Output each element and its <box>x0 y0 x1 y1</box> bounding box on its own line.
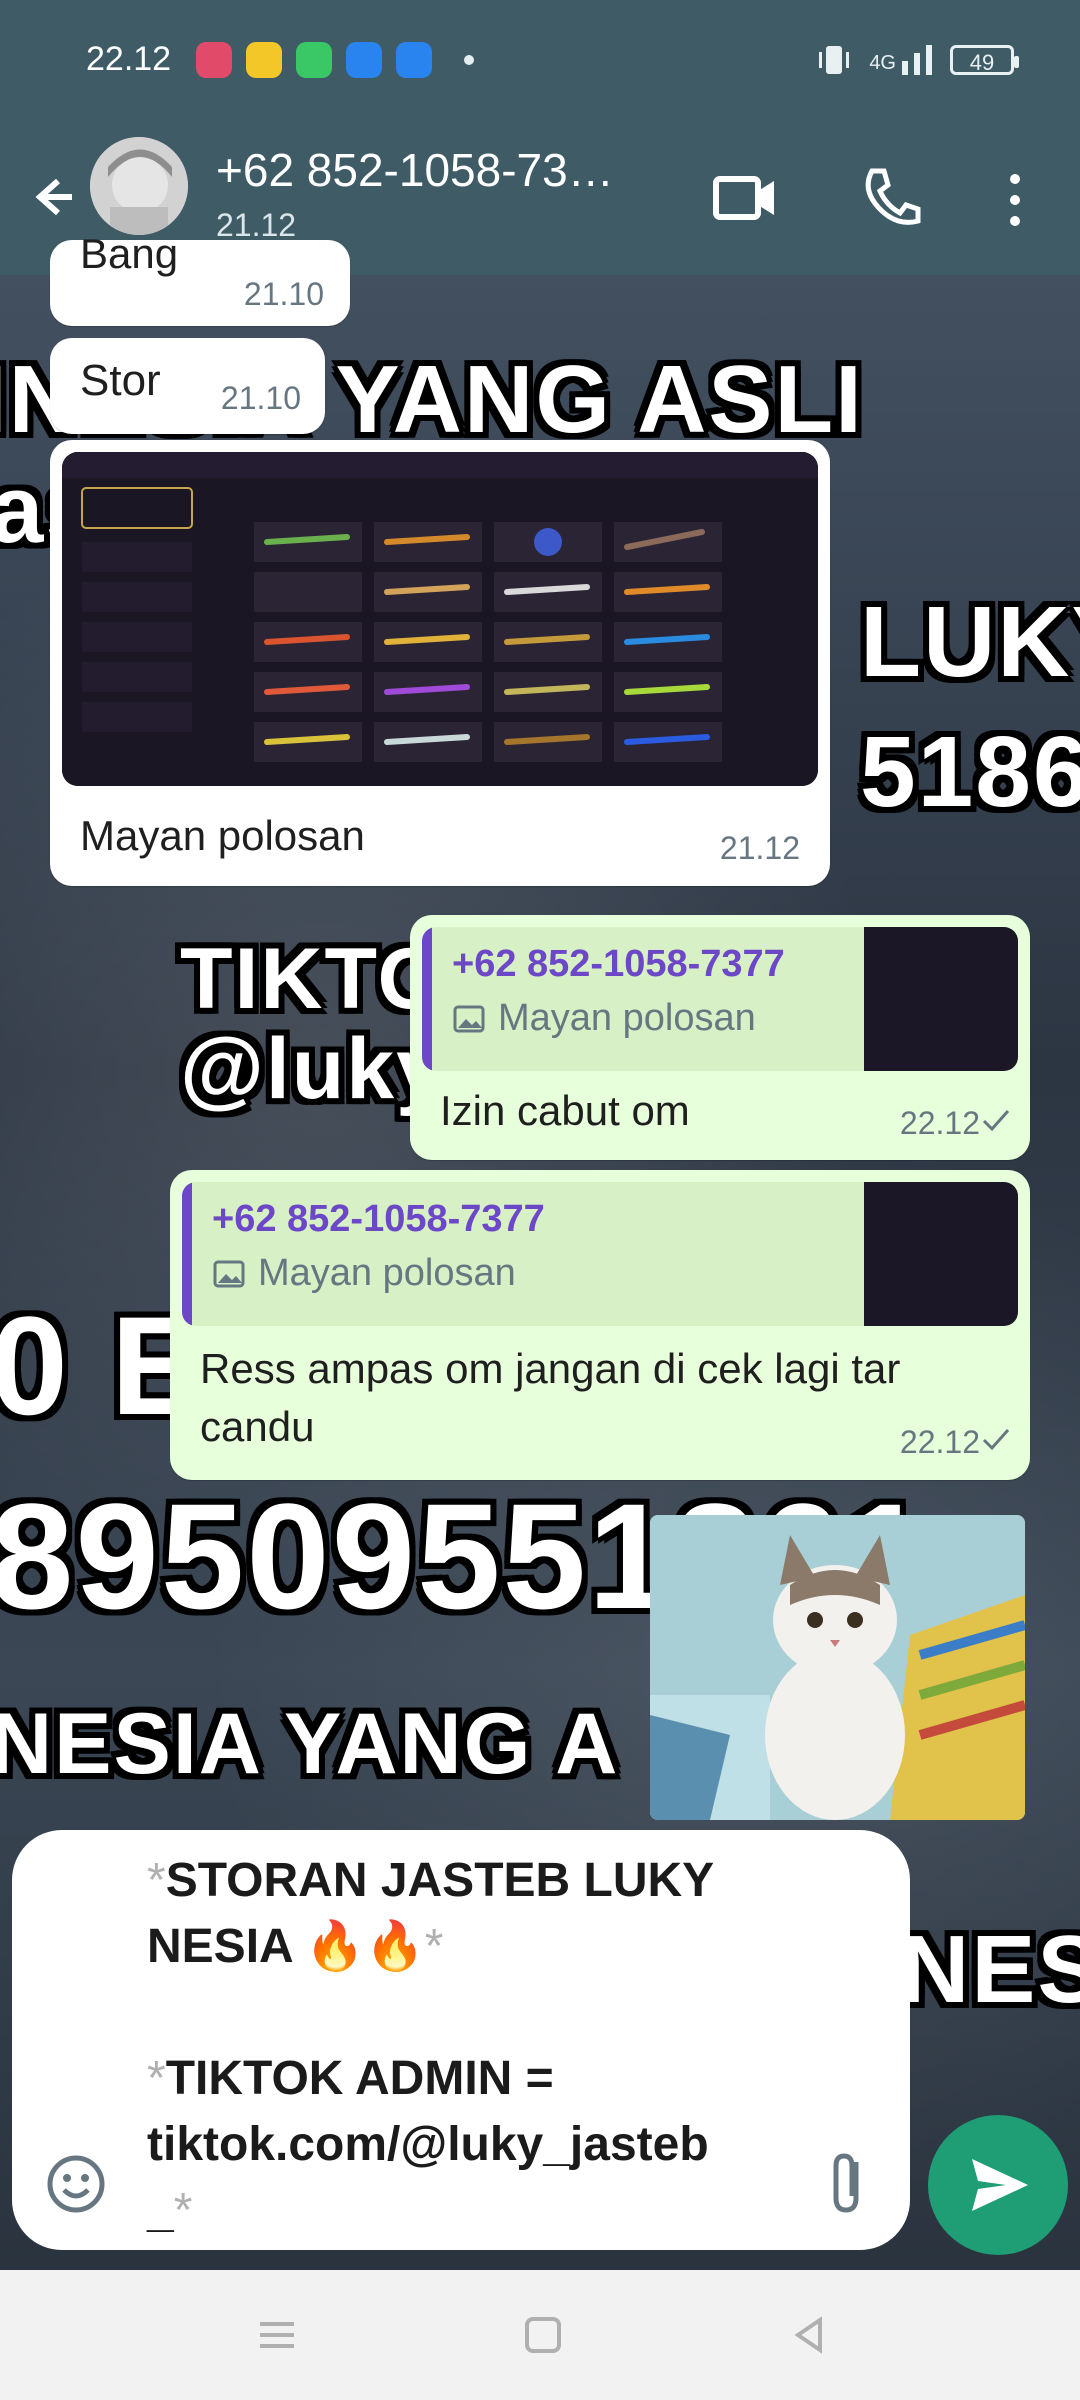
sent-check-icon <box>982 1429 1010 1451</box>
wallpaper-text: NESIA YANG A <box>0 1696 620 1792</box>
system-navigation-bar <box>0 2270 1080 2400</box>
recent-apps-icon[interactable] <box>252 2310 302 2360</box>
message-text: Bang <box>80 230 179 277</box>
photo-icon <box>453 1005 485 1032</box>
app-notification-icon <box>296 42 332 78</box>
sent-check-icon <box>982 1110 1010 1132</box>
message-time: 21.10 <box>243 276 324 312</box>
back-arrow-icon[interactable] <box>18 165 82 229</box>
message-composer[interactable]: *STORAN JASTEB LUKY NESIA 🔥🔥* *TIKTOK AD… <box>12 1830 910 2250</box>
send-button[interactable] <box>928 2115 1068 2255</box>
network-type: 4G <box>869 52 896 74</box>
image-message[interactable]: Mayan polosan 21.12 <box>50 440 830 886</box>
message-bubble-incoming[interactable]: Bang 21.10 <box>50 230 350 326</box>
quote-accent-bar <box>422 927 432 1071</box>
wallpaper-text: LUKY <box>860 586 1080 698</box>
voice-call-icon[interactable] <box>856 163 922 229</box>
message-time: 22.12 <box>899 1105 980 1141</box>
screenshot-image <box>62 452 818 786</box>
quoted-message[interactable]: +62 852-1058-7377 Mayan polosan <box>182 1182 1018 1326</box>
message-time: 22.12 <box>899 1424 980 1460</box>
video-call-icon[interactable] <box>710 163 780 233</box>
message-text: Izin cabut om <box>440 1087 690 1134</box>
message-input[interactable]: *STORAN JASTEB LUKY NESIA 🔥🔥* *TIKTOK AD… <box>147 1848 807 2244</box>
app-notification-icon <box>246 42 282 78</box>
quoted-caption: Mayan polosan <box>258 1252 516 1294</box>
app-notification-icon <box>396 42 432 78</box>
image-caption: Mayan polosan <box>80 812 365 859</box>
quoted-text: Mayan polosan <box>452 997 756 1040</box>
battery-icon: 49 <box>950 45 1019 75</box>
avatar-image <box>90 137 188 235</box>
message-bubble-outgoing[interactable]: +62 852-1058-7377 Mayan polosan Ress amp… <box>170 1170 1030 1480</box>
quoted-text: Mayan polosan <box>212 1252 516 1295</box>
cat-sticker[interactable] <box>650 1515 1025 1820</box>
more-notifications-icon <box>464 55 474 65</box>
wallpaper-text: 5186 <box>860 716 1080 828</box>
signal-icon: 4G <box>869 45 932 75</box>
quoted-sender: +62 852-1058-7377 <box>212 1198 545 1240</box>
quoted-caption: Mayan polosan <box>498 997 756 1039</box>
last-seen: 21.12 <box>216 207 297 243</box>
system-status: 4G 49 <box>817 40 1019 80</box>
photo-icon <box>213 1260 245 1287</box>
app-notification-icon <box>346 42 382 78</box>
quote-accent-bar <box>182 1182 192 1326</box>
quoted-thumbnail <box>864 1182 1018 1326</box>
attach-icon[interactable] <box>820 2148 880 2218</box>
message-text: Stor <box>80 356 161 405</box>
more-options-icon[interactable] <box>1000 165 1030 235</box>
home-icon[interactable] <box>518 2310 568 2360</box>
message-bubble-outgoing[interactable]: +62 852-1058-7377 Mayan polosan Izin cab… <box>410 915 1030 1160</box>
message-text: Ress ampas om jangan di cek lagi tar can… <box>200 1345 901 1450</box>
cat-image <box>650 1515 1025 1820</box>
quoted-sender: +62 852-1058-7377 <box>452 943 785 985</box>
game-inventory-screenshot[interactable] <box>62 452 818 786</box>
message-time: 21.12 <box>719 830 800 866</box>
back-icon[interactable] <box>786 2310 836 2360</box>
quoted-thumbnail <box>864 927 1018 1071</box>
send-icon <box>972 2159 1028 2211</box>
vibrate-icon <box>819 46 850 74</box>
emoji-icon[interactable] <box>44 2152 108 2216</box>
notification-icons <box>196 42 474 78</box>
contact-avatar[interactable] <box>90 137 188 235</box>
app-notification-icon <box>196 42 232 78</box>
wallpaper-text: NES <box>900 1916 1080 2023</box>
status-bar: 22.12 4G 49 <box>0 0 1080 125</box>
quoted-message[interactable]: +62 852-1058-7377 Mayan polosan <box>422 927 1018 1071</box>
message-time: 21.10 <box>220 380 301 416</box>
contact-name[interactable]: +62 852-1058-73… <box>216 143 614 197</box>
status-time: 22.12 <box>86 40 172 78</box>
message-bubble-incoming[interactable]: Stor 21.10 <box>50 338 325 434</box>
